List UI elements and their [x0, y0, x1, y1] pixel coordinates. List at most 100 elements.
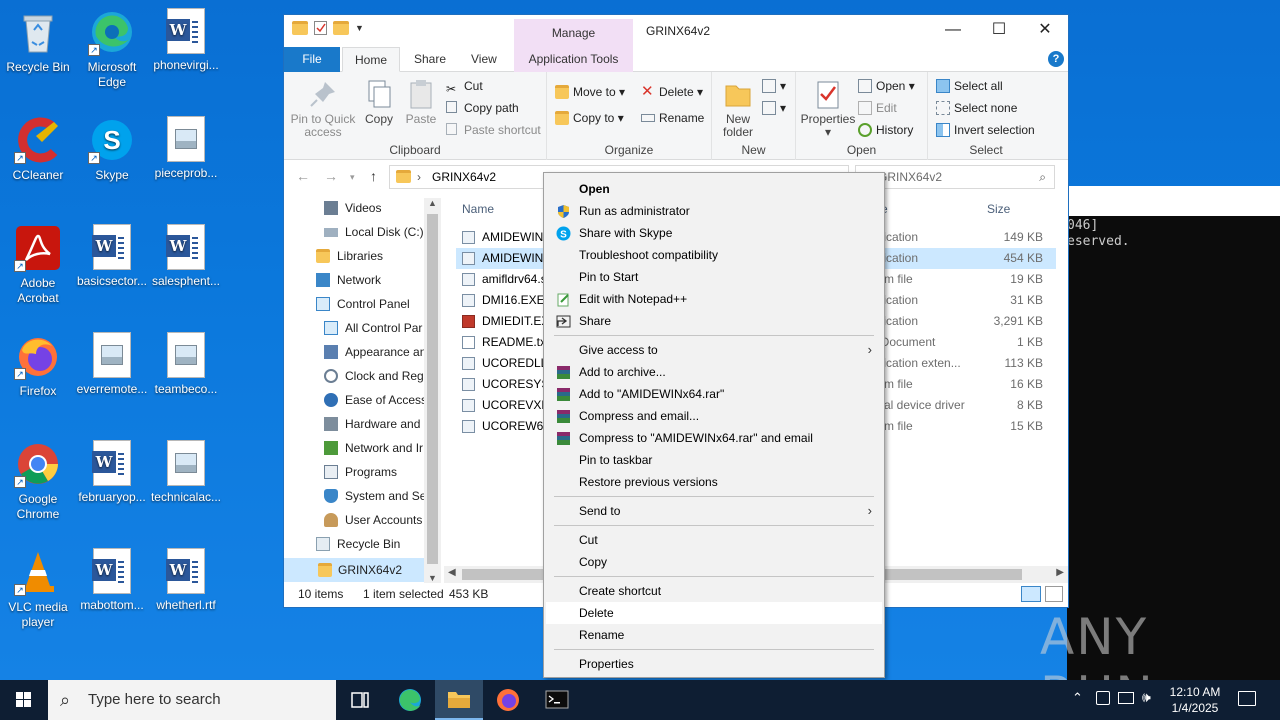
keyboard-tray-icon[interactable] — [1118, 692, 1134, 704]
nav-item-ease-of-access[interactable]: Ease of Access — [324, 388, 427, 412]
details-view-icon[interactable] — [1021, 586, 1041, 602]
paste-button[interactable]: Paste — [402, 78, 440, 126]
desktop-icon-recycle-bin[interactable]: Recycle Bin — [0, 8, 76, 75]
nav-item-grinx64v2[interactable]: GRINX64v2 — [284, 558, 424, 582]
menu-item-pin-to-start[interactable]: Pin to Start — [546, 266, 882, 288]
desktop-icon-teambeco[interactable]: teambeco... — [148, 332, 224, 397]
menu-item-run-as-admin[interactable]: Run as administrator — [546, 200, 882, 222]
tab-home[interactable]: Home — [342, 47, 401, 72]
delete-button[interactable]: ✕ Delete ▾ — [641, 82, 703, 102]
scrollbar-thumb[interactable] — [427, 214, 438, 564]
menu-item-give-access-to[interactable]: Give access to › — [546, 339, 882, 361]
desktop-icon-vlc[interactable]: ↗ VLC media player — [0, 548, 76, 630]
forward-arrow-icon[interactable]: → — [324, 168, 338, 184]
minimize-icon[interactable]: — — [930, 15, 976, 45]
properties-icon[interactable] — [314, 21, 327, 35]
column-header-name[interactable]: Name — [462, 202, 494, 216]
rename-button[interactable]: Rename — [641, 108, 704, 128]
nav-item-local-disk[interactable]: Local Disk (C:) — [324, 220, 424, 244]
taskbar-firefox-button[interactable] — [484, 680, 532, 720]
nav-item-all-control-panel[interactable]: All Control Par — [324, 316, 422, 340]
maximize-icon[interactable]: ☐ — [976, 15, 1022, 45]
open-button[interactable]: Open ▾ — [858, 76, 915, 96]
menu-item-delete[interactable]: Delete — [546, 602, 882, 624]
desktop-icon-whetherl[interactable]: W whetherl.rtf — [148, 548, 224, 613]
menu-item-troubleshoot[interactable]: Troubleshoot compatibility — [546, 244, 882, 266]
taskbar-file-explorer-button[interactable] — [435, 680, 483, 720]
start-button[interactable] — [0, 680, 48, 720]
nav-item-programs[interactable]: Programs — [324, 460, 397, 484]
desktop-icon-pieceprob[interactable]: pieceprob... — [148, 116, 224, 181]
nav-item-hardware[interactable]: Hardware and — [324, 412, 420, 436]
invert-selection-button[interactable]: Invert selection — [936, 120, 1035, 140]
help-icon[interactable]: ? — [1048, 51, 1064, 67]
menu-item-add-to-archive[interactable]: Add to archive... — [546, 361, 882, 383]
tab-application-tools[interactable]: Application Tools — [514, 47, 633, 72]
menu-item-compress-to-rar-email[interactable]: Compress to "AMIDEWINx64.rar" and email — [546, 427, 882, 449]
nav-item-clock-region[interactable]: Clock and Regi — [324, 364, 426, 388]
title-bar[interactable]: ▼ Manage GRINX64v2 — ☐ ✕ — [284, 15, 1068, 47]
select-all-button[interactable]: Select all — [936, 76, 1003, 96]
desktop-icon-mabottom[interactable]: W mabottom... — [74, 548, 150, 613]
desktop-icon-acrobat[interactable]: ↗ Adobe Acrobat — [0, 224, 76, 306]
tab-manage[interactable]: Manage — [514, 19, 633, 47]
tab-share[interactable]: Share — [402, 47, 458, 72]
taskbar-search-box[interactable]: ⌕ Type here to search — [48, 680, 336, 720]
desktop-icon-firefox[interactable]: ↗ Firefox — [0, 332, 76, 399]
task-view-button[interactable] — [336, 680, 384, 720]
copy-to-button[interactable]: Copy to ▾ — [555, 108, 624, 128]
nav-item-system-security[interactable]: System and Se — [324, 484, 426, 508]
nav-item-network-internet[interactable]: Network and Ir — [324, 436, 423, 460]
tab-view[interactable]: View — [459, 47, 509, 72]
move-to-button[interactable]: Move to ▾ — [555, 82, 625, 102]
nav-item-libraries[interactable]: Libraries — [316, 244, 383, 268]
new-folder-icon[interactable] — [333, 21, 349, 35]
desktop-icon-chrome[interactable]: ↗ Google Chrome — [0, 440, 76, 522]
menu-item-rename[interactable]: Rename — [546, 624, 882, 646]
easy-access-button[interactable]: ▾ — [762, 98, 786, 118]
tray-chevron-up-icon[interactable]: ⌃ — [1072, 690, 1083, 706]
menu-item-share-with-skype[interactable]: S Share with Skype — [546, 222, 882, 244]
taskbar-cmd-button[interactable] — [533, 680, 581, 720]
desktop-icon-salesphent[interactable]: W salesphent... — [148, 224, 224, 289]
menu-item-properties[interactable]: Properties — [546, 653, 882, 675]
nav-item-control-panel[interactable]: Control Panel — [316, 292, 410, 316]
chevron-down-icon[interactable]: ▼ — [355, 21, 371, 35]
menu-item-create-shortcut[interactable]: Create shortcut — [546, 580, 882, 602]
menu-item-add-to-rar[interactable]: Add to "AMIDEWINx64.rar" — [546, 383, 882, 405]
copy-path-button[interactable]: Copy path — [446, 98, 519, 118]
desktop-icon-februaryop[interactable]: W februaryop... — [74, 440, 150, 505]
scroll-right-icon[interactable]: ▶ — [1056, 567, 1064, 578]
search-box[interactable]: ch GRINX64v2 ⌕ — [855, 165, 1055, 189]
paste-shortcut-button[interactable]: Paste shortcut — [446, 120, 541, 140]
menu-item-cut[interactable]: Cut — [546, 529, 882, 551]
pin-to-quick-access-button[interactable]: Pin to Quick access — [290, 78, 356, 139]
menu-item-share[interactable]: Share — [546, 310, 882, 332]
desktop-icon-basicsector[interactable]: W basicsector... — [74, 224, 150, 289]
select-none-button[interactable]: Select none — [936, 98, 1017, 118]
desktop-icon-skype[interactable]: S ↗ Skype — [74, 116, 150, 183]
large-icons-view-icon[interactable] — [1045, 586, 1063, 602]
tab-file[interactable]: File — [284, 47, 340, 72]
desktop-icon-phonevirgi[interactable]: W phonevirgi... — [148, 8, 224, 73]
recent-locations-icon[interactable]: ▾ — [350, 172, 355, 183]
desktop-icon-everremote[interactable]: everremote... — [74, 332, 150, 397]
console-titlebar[interactable] — [1067, 186, 1280, 216]
up-arrow-icon[interactable]: ↑ — [370, 168, 377, 184]
close-icon[interactable]: ✕ — [1022, 15, 1068, 45]
edit-button[interactable]: Edit — [858, 98, 897, 118]
taskbar-clock[interactable]: 12:10 AM 1/4/2025 — [1160, 684, 1230, 716]
taskbar-edge-button[interactable] — [386, 680, 434, 720]
network-tray-icon[interactable] — [1096, 691, 1110, 705]
menu-item-compress-and-email[interactable]: Compress and email... — [546, 405, 882, 427]
nav-item-videos[interactable]: Videos — [324, 196, 381, 220]
scroll-up-icon[interactable]: ▲ — [428, 198, 437, 208]
new-item-button[interactable]: ▾ — [762, 76, 786, 96]
back-arrow-icon[interactable]: ← — [296, 168, 310, 184]
scroll-left-icon[interactable]: ◀ — [448, 567, 456, 578]
new-folder-button[interactable]: New folder — [716, 78, 760, 139]
menu-item-edit-notepad-plus[interactable]: Edit with Notepad++ — [546, 288, 882, 310]
history-button[interactable]: History — [858, 120, 913, 140]
properties-button[interactable]: Properties ▾ — [800, 78, 856, 139]
cut-button[interactable]: ✂ Cut — [446, 76, 483, 96]
